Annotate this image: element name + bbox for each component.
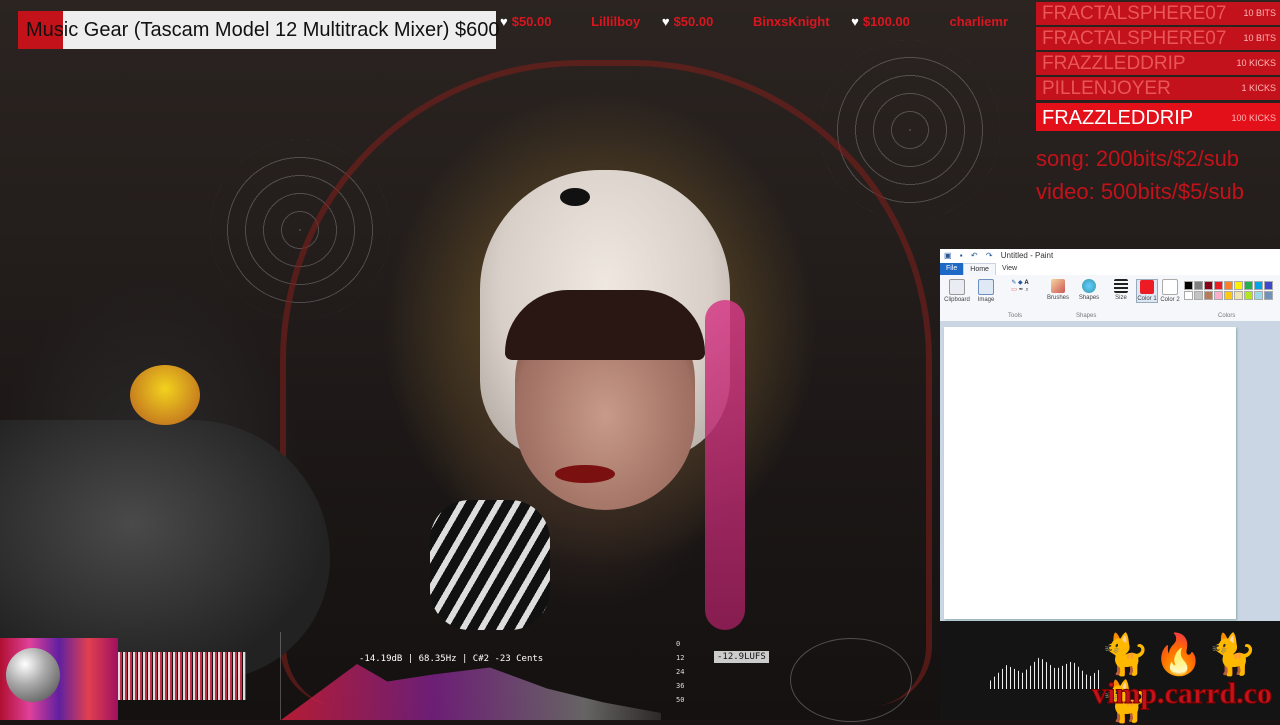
ribbon: Clipboard Image ✎ ◆ A ▭ ✒ ⌕ Brushes Shap… [940, 275, 1280, 322]
goal-alert-banner: Music Gear (Tascam Model 12 Multitrack M… [18, 11, 500, 49]
lufs-readout: -12.9LUFS [714, 651, 769, 663]
brush-icon [1051, 279, 1065, 293]
save-icon[interactable]: ▪ [960, 251, 963, 260]
heart-icon: ♥ [851, 14, 859, 29]
shapes-icon [1082, 279, 1096, 293]
tab-home[interactable]: Home [963, 263, 996, 275]
ticker-item: charliemr [949, 14, 1009, 29]
color-swatch[interactable] [1224, 281, 1233, 290]
canvas-area[interactable] [940, 321, 1280, 621]
frequency-analyzer: -14.19dB | 68.35Hz | C#2 -23 Cents [280, 632, 661, 720]
pink-hair-strand [705, 300, 745, 630]
undo-icon[interactable]: ↶ [971, 251, 978, 260]
color-swatch[interactable] [1214, 291, 1223, 300]
leaderboard-row: FRACTALSPHERE07 10 BITS [1036, 2, 1280, 25]
color2-swatch [1162, 279, 1178, 295]
eraser-icon[interactable]: ▭ [1011, 287, 1017, 293]
video-rate: video: 500bits/$5/sub [1036, 179, 1244, 204]
color-swatch[interactable] [1214, 281, 1223, 290]
donation-ticker: ♥ $50.00 Lillilboy ♥ $50.00 BinxsKnight ♥ $… [500, 14, 1030, 32]
shapes-button[interactable]: Shapes [1074, 279, 1104, 301]
color-swatch[interactable] [1254, 291, 1263, 300]
tab-file[interactable]: File [940, 263, 964, 275]
window-title: Untitled - Paint [1000, 251, 1054, 260]
fill-icon[interactable]: ◆ [1018, 280, 1023, 286]
text-icon[interactable]: A [1024, 280, 1028, 286]
vectorscope [790, 638, 912, 722]
color-swatch[interactable] [1264, 281, 1273, 290]
color-swatch[interactable] [1194, 291, 1203, 300]
drawing-canvas[interactable] [944, 327, 1236, 619]
paint-app-icon: ▣ [944, 251, 952, 260]
size-icon [1114, 279, 1128, 293]
colors-group-label: Colors [1218, 313, 1236, 319]
image-button[interactable]: Image [974, 279, 998, 303]
redo-icon[interactable]: ↷ [986, 251, 993, 260]
website-url: vimp.carrd.co [1092, 677, 1273, 711]
color-swatch[interactable] [1184, 281, 1193, 290]
magnifier-icon[interactable]: ⌕ [1025, 287, 1028, 293]
leaderboard-row: FRAZZLEDDRIP 10 KICKS [1036, 52, 1280, 75]
color-swatch[interactable] [1244, 291, 1253, 300]
ticker-item: Lillilboy ♥ $50.00 [591, 14, 714, 29]
color2-button[interactable]: Color 2 [1160, 279, 1180, 303]
leaderboard-top-row: FRAZZLEDDRIP 100 KICKS [1036, 103, 1280, 131]
color-swatch[interactable] [1234, 281, 1243, 290]
color-swatch[interactable] [1194, 281, 1203, 290]
clipboard-button[interactable]: Clipboard [942, 279, 972, 303]
size-button[interactable]: Size [1110, 279, 1132, 301]
color-swatch[interactable] [1234, 291, 1243, 300]
audio-orb [6, 648, 60, 702]
meter-tick: 12 [676, 654, 685, 662]
skeleton-glove [430, 500, 550, 630]
color-swatch[interactable] [1244, 281, 1253, 290]
color-swatch[interactable] [1204, 291, 1213, 300]
song-rate: song: 200bits/$2/sub [1036, 146, 1240, 171]
leaderboard-row: FRACTALSPHERE07 10 BITS [1036, 27, 1280, 50]
leaderboard-row: PILLENJOYER 1 KICKS [1036, 77, 1280, 100]
analyzer-readout: -14.19dB | 68.35Hz | C#2 -23 Cents [359, 654, 544, 664]
tab-view[interactable]: View [996, 263, 1023, 275]
meter-tick: 36 [676, 682, 685, 690]
ticker-item: ♥ $50.00 [500, 14, 552, 29]
pencil-icon[interactable]: ✎ [1011, 280, 1016, 286]
color-swatch[interactable] [1254, 281, 1263, 290]
clipboard-icon [949, 279, 965, 295]
brushes-button[interactable]: Brushes [1044, 279, 1072, 301]
hair-bangs [505, 290, 705, 360]
lips [555, 465, 615, 483]
heart-icon: ♥ [661, 14, 670, 29]
image-icon [978, 279, 994, 295]
level-meter: 0 12 24 36 50 [676, 640, 706, 720]
bear-hat-nose [560, 188, 590, 206]
paint-titlebar: ▣ ▪ ↶ ↷ Untitled - Paint [940, 249, 1280, 263]
alert-text: Music Gear (Tascam Model 12 Multitrack M… [26, 19, 500, 41]
color-picker-icon[interactable]: ✒ [1019, 287, 1024, 293]
heart-icon: ♥ [500, 14, 508, 29]
audio-visualizer-strip: -14.19dB | 68.35Hz | C#2 -23 Cents 0 12 … [0, 632, 940, 722]
ticker-item: BinxsKnight ♥ $100.00 [752, 14, 910, 29]
kick-leaderboard: FRACTALSPHERE07 10 BITS FRACTALSPHERE07 10… [1036, 2, 1280, 133]
color-swatch[interactable] [1264, 291, 1273, 300]
plush-toy [130, 365, 200, 425]
color1-button[interactable]: Color 1 [1136, 279, 1158, 303]
meter-tick: 50 [676, 696, 685, 704]
small-waveform [990, 657, 1100, 689]
shapes-group-label: Shapes [1076, 313, 1097, 319]
tools-group: ✎ ◆ A ▭ ✒ ⌕ [1000, 279, 1040, 294]
request-rates: song: 200bits/$2/sub video: 500bits/$5/s… [1036, 142, 1244, 208]
meter-tick: 24 [676, 668, 685, 676]
waveform [118, 652, 246, 700]
tools-group-label: Tools [1008, 313, 1023, 319]
ribbon-tabs: File Home View [940, 263, 1280, 275]
color1-swatch [1140, 280, 1154, 294]
color-swatch[interactable] [1224, 291, 1233, 300]
color-swatch[interactable] [1204, 281, 1213, 290]
bottom-right-overlay: 🐈🔥🐈🐈 vimp.carrd.co [940, 621, 1280, 724]
meter-tick: 0 [676, 640, 681, 648]
color-swatch[interactable] [1184, 291, 1193, 300]
